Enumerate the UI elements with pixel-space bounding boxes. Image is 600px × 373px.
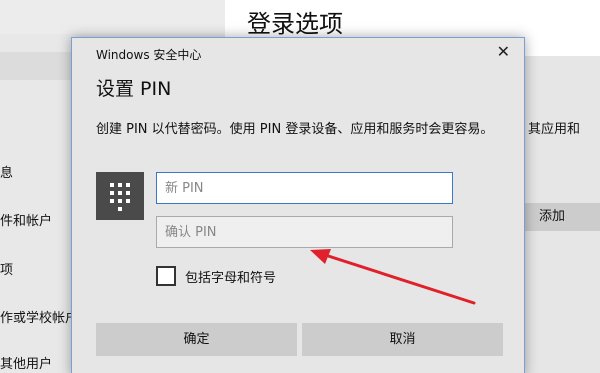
arrow-annotation [310,249,476,305]
